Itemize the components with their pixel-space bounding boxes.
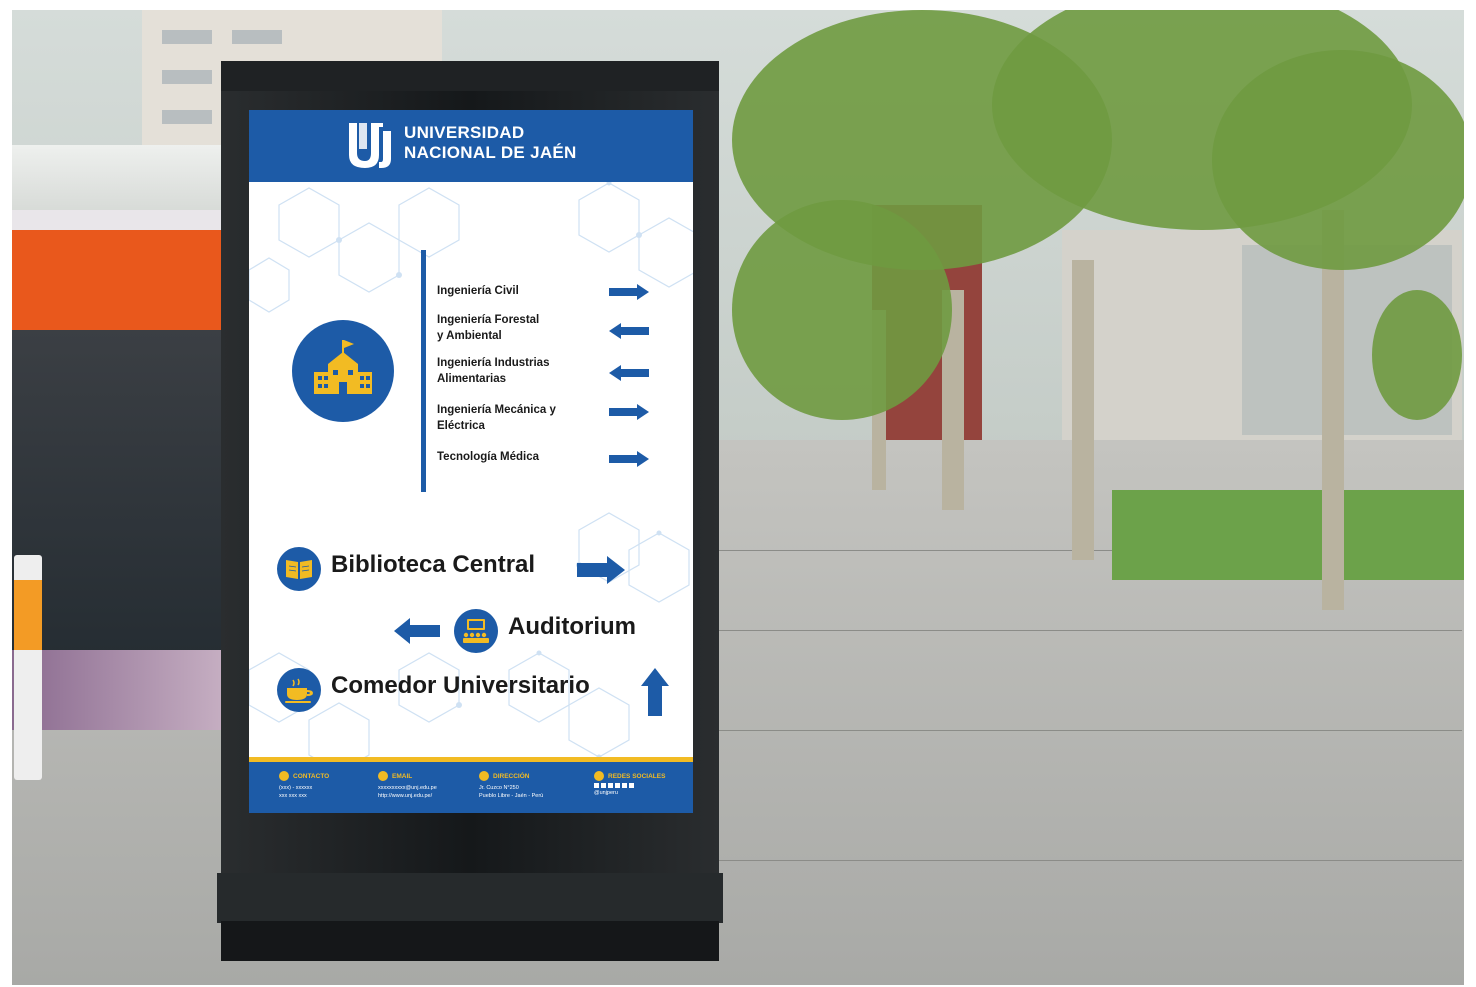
program-label: Ingeniería Industrias Alimentarias bbox=[437, 357, 550, 385]
tree-foliage bbox=[732, 200, 952, 420]
twitter-icon bbox=[608, 783, 613, 788]
footer-address: DIRECCIÓN Jr. Cuzco N°250 Pueblo Libre -… bbox=[479, 771, 543, 800]
arrow-up-icon bbox=[641, 668, 669, 716]
program-label: Ingeniería Forestal y Ambiental bbox=[437, 314, 540, 342]
arrow-left-icon bbox=[609, 365, 649, 381]
coffee-cup-icon bbox=[277, 668, 321, 712]
tiktok-icon bbox=[629, 783, 634, 788]
program-list-divider bbox=[421, 250, 426, 492]
footer-contact-lines: (xxx) - xxxxxx xxx xxx xxx bbox=[279, 785, 313, 799]
footer-address-lines: Jr. Cuzco N°250 Pueblo Libre - Jaén - Pe… bbox=[479, 785, 544, 799]
tree-foliage bbox=[1212, 50, 1464, 270]
program-label: Ingeniería Civil bbox=[437, 285, 519, 297]
destination-label: Biblioteca Central bbox=[331, 551, 536, 578]
footer-email-title: EMAIL bbox=[392, 772, 413, 780]
destination-label: Auditorium bbox=[508, 613, 636, 640]
program-label: Ingeniería Mecánica y Eléctrica bbox=[437, 404, 556, 432]
poster-header: UNIVERSIDAD NACIONAL DE JAÉN bbox=[249, 110, 693, 182]
arrow-left-icon bbox=[394, 618, 440, 644]
program-label: Tecnología Médica bbox=[437, 451, 540, 463]
auditorium-icon bbox=[454, 609, 498, 653]
university-name-line2: NACIONAL DE JAÉN bbox=[404, 143, 577, 162]
unj-logo-icon bbox=[349, 123, 391, 168]
tree-trunk bbox=[1322, 210, 1344, 610]
location-pin-icon bbox=[479, 771, 489, 781]
linkedin-icon bbox=[622, 783, 627, 788]
arrow-right-icon bbox=[609, 284, 649, 300]
social-icon bbox=[594, 771, 604, 781]
arrow-left-icon bbox=[609, 323, 649, 339]
university-name: UNIVERSIDAD NACIONAL DE JAÉN bbox=[404, 123, 577, 163]
footer-social-title: REDES SOCIALES bbox=[608, 772, 666, 780]
book-icon bbox=[277, 547, 321, 591]
footer-email-lines: xxxxxxxxxx@unj.edu.pe http://www.unj.edu… bbox=[378, 785, 437, 799]
email-icon bbox=[378, 771, 388, 781]
footer-contact-title: CONTACTO bbox=[293, 772, 330, 780]
instagram-icon bbox=[601, 783, 606, 788]
footer-social: REDES SOCIALES @unjperu bbox=[594, 771, 665, 797]
school-building-icon bbox=[292, 320, 394, 422]
poster-footer: CONTACTO (xxx) - xxxxxx xxx xxx xxx EMAI… bbox=[249, 762, 693, 813]
bollard bbox=[14, 555, 42, 780]
bus bbox=[12, 210, 232, 730]
destination-label: Comedor Universitario bbox=[331, 672, 590, 699]
university-signage-poster: UNIVERSIDAD NACIONAL DE JAÉN Ingeniería … bbox=[249, 110, 693, 813]
arrow-right-icon bbox=[609, 451, 649, 467]
tree-trunk bbox=[1072, 260, 1094, 560]
footer-email: EMAIL xxxxxxxxxx@unj.edu.pe http://www.u… bbox=[378, 771, 437, 800]
youtube-icon bbox=[615, 783, 620, 788]
phone-icon bbox=[279, 771, 289, 781]
arrow-right-icon bbox=[577, 556, 625, 584]
footer-address-title: DIRECCIÓN bbox=[493, 772, 530, 780]
university-name-line1: UNIVERSIDAD bbox=[404, 123, 525, 142]
footer-contact: CONTACTO (xxx) - xxxxxx xxx xxx xxx bbox=[279, 771, 329, 800]
arrow-right-icon bbox=[609, 404, 649, 420]
tree-foliage bbox=[1372, 290, 1462, 420]
footer-social-handle: @unjperu bbox=[594, 790, 618, 796]
social-media-icons bbox=[594, 783, 665, 788]
grass-patch bbox=[1112, 490, 1464, 580]
facebook-icon bbox=[594, 783, 599, 788]
